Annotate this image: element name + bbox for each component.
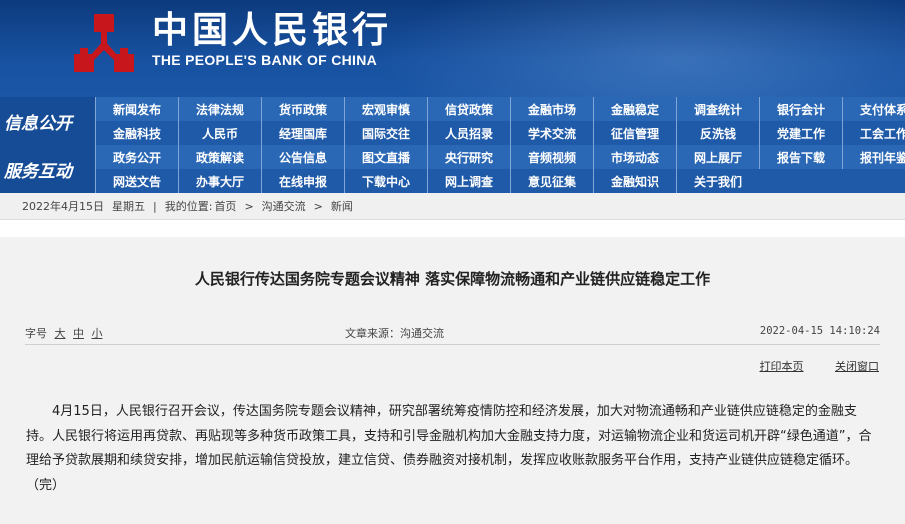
breadcrumb-label: 我的位置: xyxy=(164,200,213,213)
breadcrumb-home-link[interactable]: 首页 xyxy=(214,198,236,214)
nav-item[interactable]: 国际交往 xyxy=(344,121,427,145)
nav-item[interactable]: 办事大厅 xyxy=(178,169,261,193)
nav-item[interactable]: 关于我们 xyxy=(676,169,759,193)
nav-item[interactable]: 反洗钱 xyxy=(676,121,759,145)
nav-item[interactable]: 金融市场 xyxy=(510,97,593,121)
nav-item[interactable]: 人员招录 xyxy=(427,121,510,145)
nav-item[interactable]: 报刊年鉴 xyxy=(842,145,905,169)
nav-item[interactable]: 金融科技 xyxy=(95,121,178,145)
nav-item[interactable]: 学术交流 xyxy=(510,121,593,145)
breadcrumb-section-link[interactable]: 沟通交流 xyxy=(262,198,306,214)
nav-row-2: 金融科技 人民币 经理国库 国际交往 人员招录 学术交流 征信管理 反洗钱 党建… xyxy=(95,121,905,145)
nav-item[interactable]: 市场动态 xyxy=(593,145,676,169)
current-date: 2022年4月15日 xyxy=(22,200,104,213)
nav-item[interactable]: 音频视频 xyxy=(510,145,593,169)
nav-item[interactable]: 宏观审慎 xyxy=(344,97,427,121)
nav-item[interactable]: 调查统计 xyxy=(676,97,759,121)
font-size-medium-link[interactable]: 中 xyxy=(73,327,84,340)
font-size-label: 字号 xyxy=(25,327,47,340)
breadcrumb-separator: | xyxy=(153,199,157,213)
nav-item[interactable]: 政务公开 xyxy=(95,145,178,169)
nav-item[interactable]: 经理国库 xyxy=(261,121,344,145)
article-body: 4月15日，人民银行召开会议，传达国务院专题会议精神，研究部署统筹疫情防控和经济… xyxy=(26,404,872,493)
nav-item[interactable]: 货币政策 xyxy=(261,97,344,121)
nav-item[interactable]: 人民币 xyxy=(178,121,261,145)
nav-item[interactable]: 政策解读 xyxy=(178,145,261,169)
nav-item[interactable]: 网送文告 xyxy=(95,169,178,193)
header-glow xyxy=(380,0,905,97)
brand-chinese-name: 中国人民银行 xyxy=(152,9,393,51)
nav-item[interactable]: 下载中心 xyxy=(344,169,427,193)
nav-row-1: 新闻发布 法律法规 货币政策 宏观审慎 信贷政策 金融市场 金融稳定 调查统计 … xyxy=(95,97,905,121)
nav-item[interactable]: 法律法规 xyxy=(178,97,261,121)
nav-item[interactable]: 央行研究 xyxy=(427,145,510,169)
nav-item[interactable]: 新闻发布 xyxy=(95,97,178,121)
breadcrumb-arrow: > xyxy=(313,199,323,213)
nav-item[interactable]: 在线申报 xyxy=(261,169,344,193)
nav-section-service-interaction[interactable]: 服务互动 xyxy=(0,145,95,193)
font-size-large-link[interactable]: 大 xyxy=(55,327,66,340)
print-page-link[interactable]: 打印本页 xyxy=(760,360,804,373)
font-size-small-link[interactable]: 小 xyxy=(92,327,103,340)
nav-item[interactable]: 工会工作 xyxy=(842,121,905,145)
font-size-controls: 字号 大 中 小 xyxy=(25,325,103,341)
nav-item[interactable]: 金融知识 xyxy=(593,169,676,193)
article-tools: 打印本页 关闭窗口 xyxy=(732,358,880,374)
site-header: 中国人民银行 THE PEOPLE'S BANK OF CHINA xyxy=(0,0,905,97)
nav-item[interactable]: 图文直播 xyxy=(344,145,427,169)
current-weekday: 星期五 xyxy=(112,200,145,213)
nav-row-4: 网送文告 办事大厅 在线申报 下载中心 网上调查 意见征集 金融知识 关于我们 xyxy=(95,169,759,193)
breadcrumb-current-link[interactable]: 新闻 xyxy=(331,198,353,214)
nav-item[interactable]: 银行会计 xyxy=(759,97,842,121)
nav-row-3: 政务公开 政策解读 公告信息 图文直播 央行研究 音频视频 市场动态 网上展厅 … xyxy=(95,145,905,169)
main-nav: 信息公开 服务互动 新闻发布 法律法规 货币政策 宏观审慎 信贷政策 金融市场 … xyxy=(0,97,905,193)
nav-item[interactable]: 信贷政策 xyxy=(427,97,510,121)
article-source: 文章来源：沟通交流 xyxy=(345,327,444,340)
article-datetime: 2022-04-15 14:10:24 xyxy=(759,325,880,337)
nav-item[interactable]: 报告下载 xyxy=(759,145,842,169)
pboc-emblem-icon[interactable] xyxy=(70,10,138,78)
nav-item[interactable]: 网上展厅 xyxy=(676,145,759,169)
brand-english-name: THE PEOPLE'S BANK OF CHINA xyxy=(152,52,378,68)
breadcrumb-arrow: > xyxy=(244,199,254,213)
nav-item[interactable]: 支付体系 xyxy=(842,97,905,121)
article-meta: 字号 大 中 小 文章来源：沟通交流 2022-04-15 14:10:24 xyxy=(25,320,880,345)
nav-item[interactable]: 征信管理 xyxy=(593,121,676,145)
nav-item[interactable]: 意见征集 xyxy=(510,169,593,193)
nav-item[interactable]: 党建工作 xyxy=(759,121,842,145)
nav-item[interactable]: 网上调查 xyxy=(427,169,510,193)
nav-section-info-disclosure[interactable]: 信息公开 xyxy=(0,97,95,145)
close-window-link[interactable]: 关闭窗口 xyxy=(835,360,879,373)
nav-item[interactable]: 金融稳定 xyxy=(593,97,676,121)
article-title: 人民银行传达国务院专题会议精神 落实保障物流畅通和产业链供应链稳定工作 xyxy=(194,270,711,288)
breadcrumb: 2022年4月15日 星期五 | 我的位置: 首页 > 沟通交流 > 新闻 xyxy=(0,193,905,220)
nav-item[interactable]: 公告信息 xyxy=(261,145,344,169)
